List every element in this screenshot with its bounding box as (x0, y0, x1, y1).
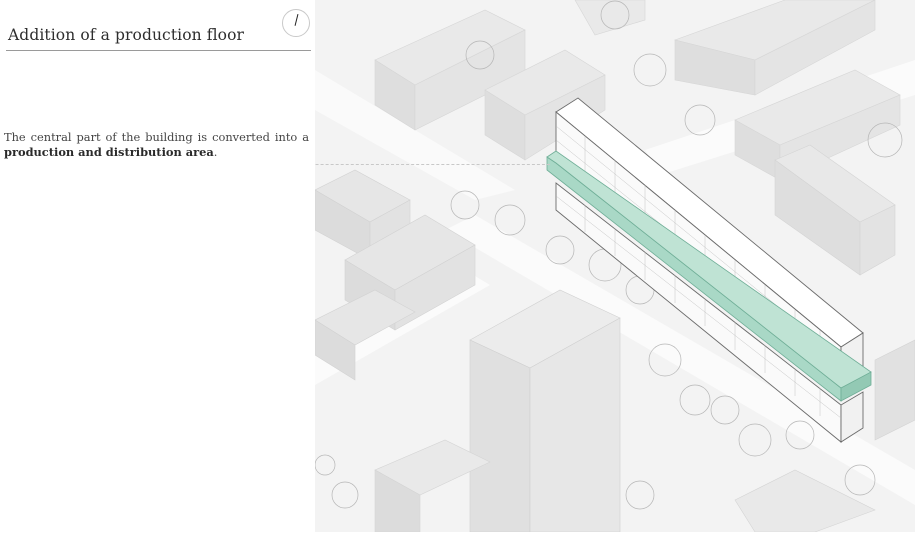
city-axonometric-svg (314, 0, 915, 533)
description-highlight: production and distribution area (4, 145, 214, 159)
description-text: The central part of the building is conv… (4, 130, 309, 160)
caption-panel: Addition of a production floor The centr… (0, 0, 315, 532)
description-text-before: The central part of the building is conv… (4, 130, 309, 144)
city-axonometric-view (314, 0, 915, 533)
north-arrow-icon (282, 9, 310, 37)
description-text-after: . (213, 145, 218, 159)
title-divider (6, 50, 311, 51)
page-title: Addition of a production floor (8, 26, 245, 44)
north-arrow-needle (294, 14, 299, 26)
